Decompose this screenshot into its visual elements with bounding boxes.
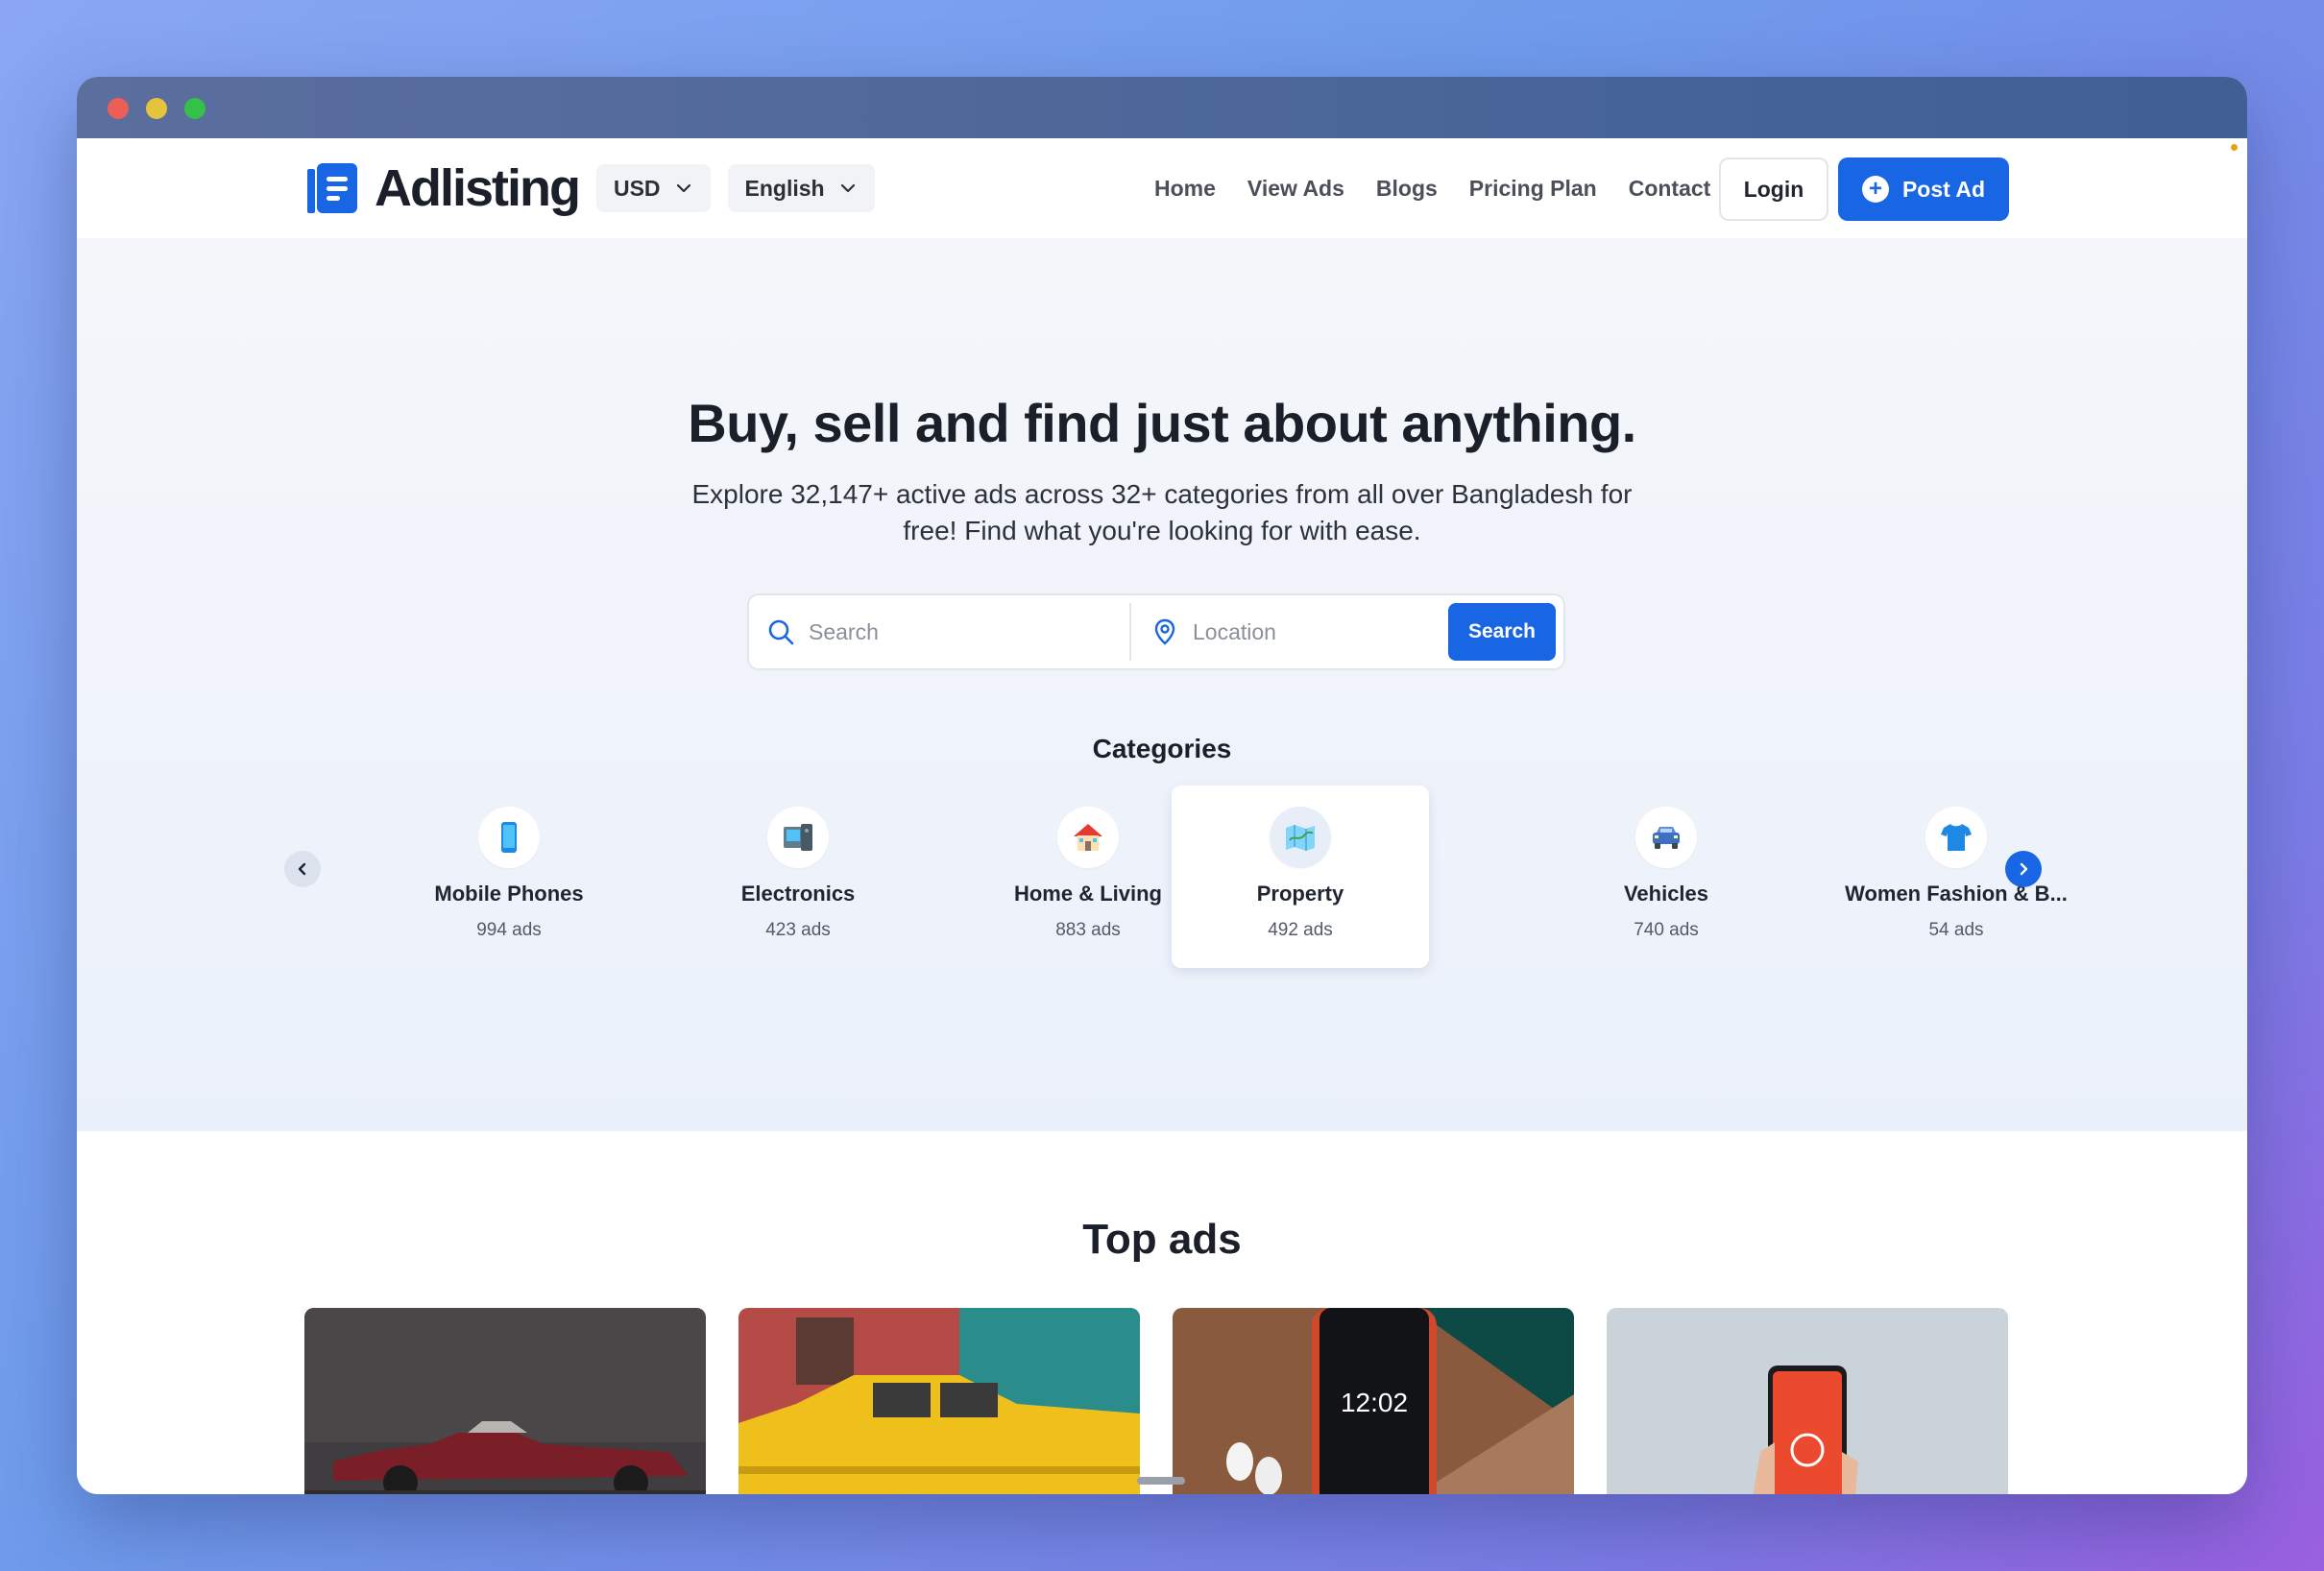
search-bar: Search Location Search	[747, 593, 1565, 670]
brand-name: Adlisting	[375, 159, 581, 217]
car-icon	[1635, 807, 1697, 868]
category-electronics[interactable]: Electronics 423 ads	[669, 786, 927, 968]
search-icon	[768, 619, 794, 645]
location-placeholder: Location	[1193, 618, 1276, 644]
category-count: 423 ads	[765, 920, 831, 940]
categories-carousel: Mobile Phones 994 ads Electronics 423 ad…	[77, 786, 2247, 978]
category-property[interactable]: Property 492 ads	[1172, 786, 1429, 968]
currency-label: USD	[613, 175, 661, 201]
site-navbar: Adlisting USD English Home View Ads Blog…	[77, 138, 2247, 238]
ad-image	[1607, 1308, 2008, 1494]
chevron-down-icon	[840, 183, 855, 193]
carousel-next-button[interactable]	[2005, 851, 2042, 887]
category-vehicles[interactable]: Vehicles 740 ads	[1537, 786, 1795, 968]
category-count: 994 ads	[476, 920, 542, 940]
category-name: Mobile Phones	[434, 882, 584, 906]
ad-card-yellow-taxi[interactable]	[738, 1308, 1140, 1494]
nav-contact[interactable]: Contact	[1629, 176, 1711, 202]
ad-image	[738, 1308, 1140, 1494]
login-button[interactable]: Login	[1719, 157, 1828, 221]
chevron-down-icon	[676, 183, 690, 193]
top-ads-section: Top ads 12:02	[77, 1131, 2247, 1494]
location-pin-icon	[1154, 618, 1175, 645]
map-icon	[1270, 807, 1331, 868]
site-logo[interactable]: Adlisting	[305, 158, 581, 218]
tshirt-icon	[1925, 807, 1987, 868]
hero-title: Buy, sell and find just about anything.	[688, 393, 1636, 453]
nav-blogs[interactable]: Blogs	[1376, 176, 1438, 202]
scroll-indicator[interactable]	[1137, 1477, 1185, 1485]
chevron-right-icon	[2020, 862, 2028, 876]
category-mobile-phones[interactable]: Mobile Phones 994 ads	[380, 786, 638, 968]
chevron-left-icon	[298, 862, 306, 876]
house-icon	[1057, 807, 1119, 868]
logo-icon	[307, 163, 357, 213]
search-input[interactable]: Search	[749, 603, 1131, 661]
notification-dot	[2231, 144, 2238, 151]
hero-subtitle: Explore 32,147+ active ads across 32+ ca…	[691, 479, 1633, 545]
category-count: 492 ads	[1268, 920, 1333, 940]
language-label: English	[744, 175, 825, 201]
categories-title: Categories	[1092, 734, 1232, 763]
carousel-prev-button[interactable]	[284, 851, 321, 887]
ad-image: 12:02	[1173, 1308, 1574, 1494]
mobile-phone-icon	[478, 807, 540, 868]
category-name: Electronics	[740, 882, 856, 906]
close-window-button[interactable]	[108, 98, 129, 119]
ad-card-iphone-airpods[interactable]: 12:02	[1173, 1308, 1574, 1494]
svg-text:12:02: 12:02	[1341, 1388, 1408, 1417]
category-women-fashion[interactable]: Women Fashion & B... 54 ads	[1828, 786, 2085, 968]
location-input[interactable]: Location	[1131, 617, 1448, 646]
nav-pricing-plan[interactable]: Pricing Plan	[1469, 176, 1597, 202]
category-name: Property	[1256, 882, 1344, 906]
category-count: 740 ads	[1634, 920, 1699, 940]
browser-window: Adlisting USD English Home View Ads Blog…	[77, 77, 2247, 1494]
ad-card-hand-phone[interactable]	[1607, 1308, 2008, 1494]
nav-view-ads[interactable]: View Ads	[1247, 176, 1344, 202]
minimize-window-button[interactable]	[146, 98, 167, 119]
category-name: Vehicles	[1623, 882, 1709, 906]
ad-card-red-classic-car[interactable]	[304, 1308, 706, 1494]
hero-section: Buy, sell and find just about anything. …	[77, 238, 2247, 1131]
language-dropdown[interactable]: English	[727, 164, 875, 212]
category-count: 54 ads	[1928, 920, 1984, 940]
window-titlebar	[77, 77, 2247, 138]
currency-dropdown[interactable]: USD	[595, 164, 711, 212]
search-button[interactable]: Search	[1448, 603, 1556, 661]
search-placeholder: Search	[809, 618, 879, 644]
category-name: Women Fashion & B...	[1845, 882, 2068, 906]
ad-image	[304, 1308, 706, 1494]
nav-home[interactable]: Home	[1154, 176, 1216, 202]
main-nav: Home View Ads Blogs Pricing Plan Contact	[1154, 138, 1710, 238]
maximize-window-button[interactable]	[184, 98, 206, 119]
electronics-icon	[767, 807, 829, 868]
plus-circle-icon: +	[1861, 176, 1889, 203]
top-ads-title: Top ads	[1082, 1216, 1242, 1263]
post-ad-label: Post Ad	[1901, 176, 1986, 202]
post-ad-button[interactable]: + Post Ad	[1838, 157, 2009, 221]
